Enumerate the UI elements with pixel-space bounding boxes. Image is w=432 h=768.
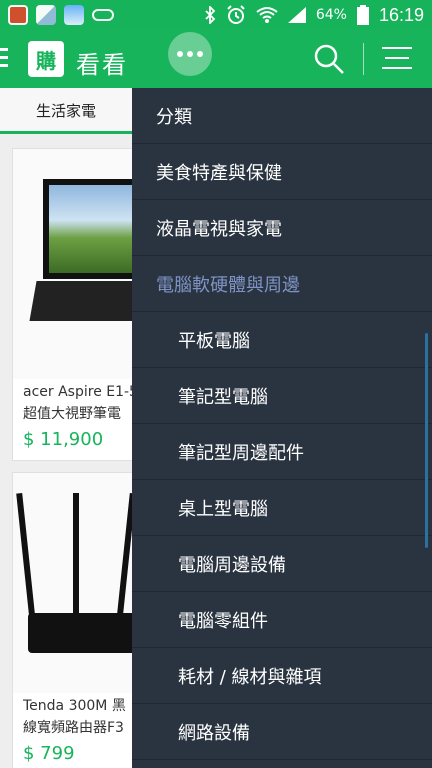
signal-icon — [287, 7, 306, 23]
drawer-item[interactable]: 桌上型電腦 — [132, 480, 432, 536]
battery-icon — [356, 5, 369, 25]
product-price: $ 11,900 — [23, 429, 104, 450]
menu-icon[interactable] — [382, 47, 412, 71]
product-image — [13, 473, 141, 693]
app-logo[interactable]: 購 — [28, 41, 64, 77]
battery-percent: 64% — [315, 7, 347, 23]
drawer-item[interactable]: 網路設備 — [132, 704, 432, 760]
product-card[interactable]: Tenda 300M 黑 線寬頻路由器F3 $ 799 — [12, 472, 142, 768]
drawer-item[interactable]: 平板電腦 — [132, 312, 432, 368]
notification-icons — [8, 5, 114, 25]
category-drawer: 分類 美食特產與保健 液晶電視與家電 電腦軟硬體與周邊 平板電腦 筆記型電腦 筆記型周邊配… — [132, 88, 432, 768]
product-image — [13, 149, 141, 379]
product-name: Tenda 300M 黑 — [23, 698, 126, 714]
status-bar: 64% 16:19 — [0, 0, 432, 30]
app-bar: 購 看看 — [0, 30, 432, 88]
page-title: 看看 — [76, 51, 128, 79]
drawer-scrollbar[interactable] — [425, 333, 428, 548]
wifi-icon — [256, 7, 278, 23]
drawer-list: 美食特產與保健 液晶電視與家電 電腦軟硬體與周邊 平板電腦 筆記型電腦 筆記型周邊配件 桌上… — [132, 144, 432, 760]
tab-home-appliance[interactable]: 生活家電 — [0, 88, 132, 134]
weather-icon — [64, 5, 84, 25]
more-dots-icon[interactable] — [168, 32, 212, 76]
system-icons: 64% 16:19 — [204, 5, 424, 26]
product-name-line2: 線寬頻路由器F3 — [23, 720, 124, 736]
bluetooth-icon — [205, 6, 216, 24]
pill-icon — [92, 9, 114, 21]
drawer-item[interactable]: 筆記型周邊配件 — [132, 424, 432, 480]
gallery-icon — [36, 5, 56, 25]
product-name: acer Aspire E1-5 — [23, 384, 138, 400]
drawer-item[interactable]: 電腦軟硬體與周邊 — [132, 256, 432, 312]
drawer-item[interactable]: 筆記型電腦 — [132, 368, 432, 424]
alarm-icon — [227, 5, 245, 24]
drawer-item[interactable]: 電腦零組件 — [132, 592, 432, 648]
product-name-line2: 超值大視野筆電 — [23, 406, 121, 422]
app-notification-icon — [8, 5, 28, 25]
search-icon[interactable] — [313, 43, 345, 75]
side-menu-icon[interactable] — [0, 48, 8, 70]
drawer-item[interactable]: 液晶電視與家電 — [132, 200, 432, 256]
toolbar-divider — [363, 43, 364, 75]
clock: 16:19 — [378, 4, 424, 25]
drawer-item[interactable]: 電腦周邊設備 — [132, 536, 432, 592]
drawer-header: 分類 — [132, 88, 432, 144]
product-price: $ 799 — [23, 743, 75, 764]
product-card[interactable]: acer Aspire E1-5 超值大視野筆電 $ 11,900 — [12, 148, 142, 461]
drawer-item[interactable]: 耗材 / 線材與雜項 — [132, 648, 432, 704]
drawer-item[interactable]: 美食特產與保健 — [132, 144, 432, 200]
